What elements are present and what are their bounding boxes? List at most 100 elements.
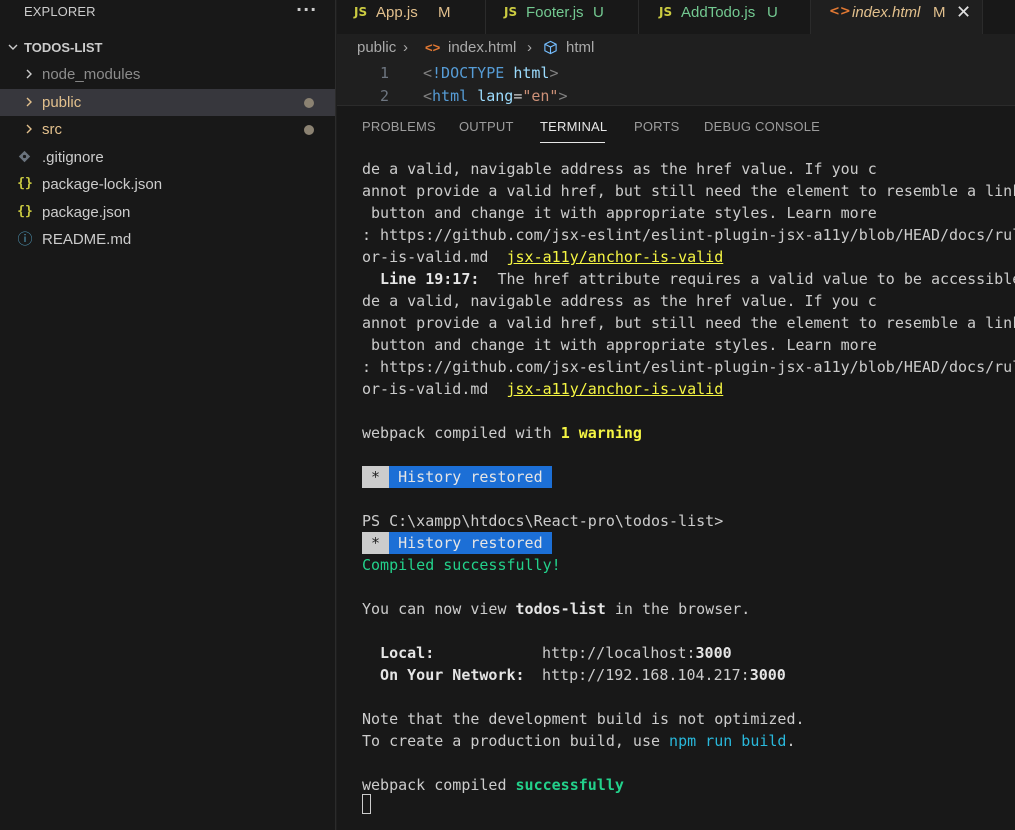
- terminal-text: or-is-valid.md: [362, 248, 507, 266]
- breadcrumb: public › <> index.html › html: [337, 34, 1015, 60]
- json-icon: {}: [17, 176, 33, 191]
- more-actions-icon[interactable]: ···: [296, 0, 317, 19]
- explorer-header: EXPLORER ···: [0, 0, 335, 26]
- breadcrumb-file[interactable]: index.html: [448, 39, 516, 56]
- compiled-message: Compiled successfully!: [362, 556, 561, 574]
- terminal-line: webpack compiled with 1 warning: [362, 422, 642, 444]
- modified-dot-icon: [304, 125, 314, 135]
- tab-label: App.js: [376, 4, 418, 21]
- project-folder-row[interactable]: TODOS-LIST: [0, 37, 335, 59]
- breadcrumb-symbol[interactable]: html: [566, 39, 594, 56]
- project-name: TODOS-LIST: [24, 40, 103, 55]
- tree-item-src[interactable]: src: [0, 116, 335, 143]
- terminal-cursor: [362, 794, 371, 814]
- chevron-right-icon: [26, 97, 32, 107]
- explorer-title: EXPLORER: [24, 4, 96, 19]
- history-restored-badge: * History restored: [362, 532, 552, 554]
- html-file-icon: <>: [425, 40, 441, 55]
- terminal-prompt: PS C:\xampp\htdocs\React-pro\todos-list>: [362, 512, 724, 530]
- tree-item-public[interactable]: public: [0, 89, 335, 116]
- tree-item-node-modules[interactable]: node_modules: [0, 61, 335, 88]
- modified-dot-icon: [304, 98, 314, 108]
- json-icon: {}: [17, 204, 33, 219]
- breadcrumb-folder[interactable]: public: [357, 39, 396, 56]
- tab-status: M: [438, 4, 451, 21]
- history-star: *: [362, 466, 390, 488]
- tree-item-label: .gitignore: [42, 149, 104, 166]
- terminal-line: or-is-valid.md jsx-a11y/anchor-is-valid: [362, 246, 723, 268]
- terminal-line: button and change it with appropriate st…: [362, 336, 877, 354]
- tab-index-html[interactable]: <> index.html M ✕: [811, 0, 983, 34]
- breadcrumb-separator: ›: [403, 39, 408, 56]
- js-file-icon: JS: [659, 5, 673, 19]
- terminal-text: webpack compiled with: [362, 424, 561, 442]
- code-editor[interactable]: 1 <!DOCTYPE html> 2 <html lang="en">: [337, 60, 1015, 105]
- history-text: History restored: [389, 466, 552, 488]
- rule-link[interactable]: jsx-a11y/anchor-is-valid: [507, 248, 724, 266]
- tab-label: index.html: [852, 4, 921, 21]
- terminal-line: : https://github.com/jsx-eslint/eslint-p…: [362, 358, 1015, 376]
- tree-item-label: public: [42, 94, 82, 111]
- terminal-line: Note that the development build is not o…: [362, 710, 805, 728]
- tab-problems[interactable]: PROBLEMS: [362, 119, 436, 134]
- tab-app-js[interactable]: JS App.js M: [337, 0, 486, 34]
- terminal-line: : https://github.com/jsx-eslint/eslint-p…: [362, 226, 1015, 244]
- url-text: http://localhost:: [542, 644, 696, 662]
- tab-debug-console[interactable]: DEBUG CONSOLE: [704, 119, 820, 134]
- rule-link[interactable]: jsx-a11y/anchor-is-valid: [507, 380, 724, 398]
- tree-item-label: README.md: [42, 231, 132, 248]
- tab-label: AddTodo.js: [681, 4, 756, 21]
- build-command: npm run build: [669, 732, 787, 750]
- history-restored-badge: * History restored: [362, 466, 552, 488]
- symbol-cube-icon: [544, 40, 557, 55]
- warning-count: 1 warning: [560, 424, 642, 442]
- port: 3000: [695, 644, 732, 662]
- editor-tabs: JS App.js M JS Footer.js U JS AddTodo.js…: [337, 0, 1015, 34]
- local-address-line: Local: http://localhost:3000: [362, 642, 732, 664]
- history-star: *: [362, 532, 390, 554]
- terminal-line: or-is-valid.md jsx-a11y/anchor-is-valid: [362, 378, 723, 400]
- info-icon: ⓘ: [17, 230, 33, 248]
- terminal-line: webpack compiled successfully: [362, 774, 624, 796]
- chevron-right-icon: [26, 124, 32, 134]
- code-line: <!DOCTYPE html>: [423, 64, 559, 82]
- local-label: Local:: [362, 644, 435, 662]
- tab-terminal[interactable]: TERMINAL: [540, 119, 607, 134]
- tab-status: U: [767, 4, 778, 21]
- active-tab-indicator: [540, 142, 605, 143]
- terminal-line: de a valid, navigable address as the hre…: [362, 292, 877, 310]
- terminal-text: webpack compiled: [362, 776, 516, 794]
- tree-item-package-lock-json[interactable]: {} package-lock.json: [0, 171, 335, 198]
- tree-item-readme[interactable]: ⓘ README.md: [0, 226, 335, 253]
- terminal-line: annot provide a valid href, but still ne…: [362, 182, 1015, 200]
- chevron-right-icon: [26, 69, 32, 79]
- tab-footer-js[interactable]: JS Footer.js U: [486, 0, 639, 34]
- terminal-text: You can now view: [362, 600, 516, 618]
- breadcrumb-separator: ›: [527, 39, 532, 56]
- tree-item-label: src: [42, 121, 62, 138]
- line-ref: Line 19:17:: [362, 270, 480, 288]
- explorer-sidebar: EXPLORER ··· TODOS-LIST node_modules pub…: [0, 0, 336, 830]
- chevron-down-icon: [8, 44, 18, 50]
- network-address-line: On Your Network: http://192.168.104.217:3…: [362, 664, 786, 686]
- tab-addtodo-js[interactable]: JS AddTodo.js U: [639, 0, 811, 34]
- html-file-icon: <>: [829, 4, 851, 19]
- tab-output[interactable]: OUTPUT: [459, 119, 514, 134]
- history-text: History restored: [389, 532, 552, 554]
- git-icon: [18, 150, 31, 163]
- tree-item-gitignore[interactable]: .gitignore: [0, 144, 335, 171]
- network-url[interactable]: http://192.168.104.217:3000: [542, 664, 786, 686]
- tree-item-package-json[interactable]: {} package.json: [0, 199, 335, 226]
- tab-status: M: [933, 4, 946, 21]
- terminal-output[interactable]: de a valid, navigable address as the hre…: [362, 158, 1015, 830]
- local-url[interactable]: http://localhost:3000: [542, 642, 732, 664]
- tab-ports[interactable]: PORTS: [634, 119, 680, 134]
- terminal-line: To create a production build, use npm ru…: [362, 730, 795, 752]
- terminal-text: in the browser.: [605, 600, 751, 618]
- tree-item-label: node_modules: [42, 66, 141, 83]
- code-line: <html lang="en">: [423, 87, 568, 105]
- close-icon[interactable]: ✕: [956, 2, 971, 23]
- tab-label: Footer.js: [526, 4, 584, 21]
- terminal-text: The href attribute requires a valid valu…: [497, 270, 1015, 288]
- terminal-line: annot provide a valid href, but still ne…: [362, 314, 1015, 332]
